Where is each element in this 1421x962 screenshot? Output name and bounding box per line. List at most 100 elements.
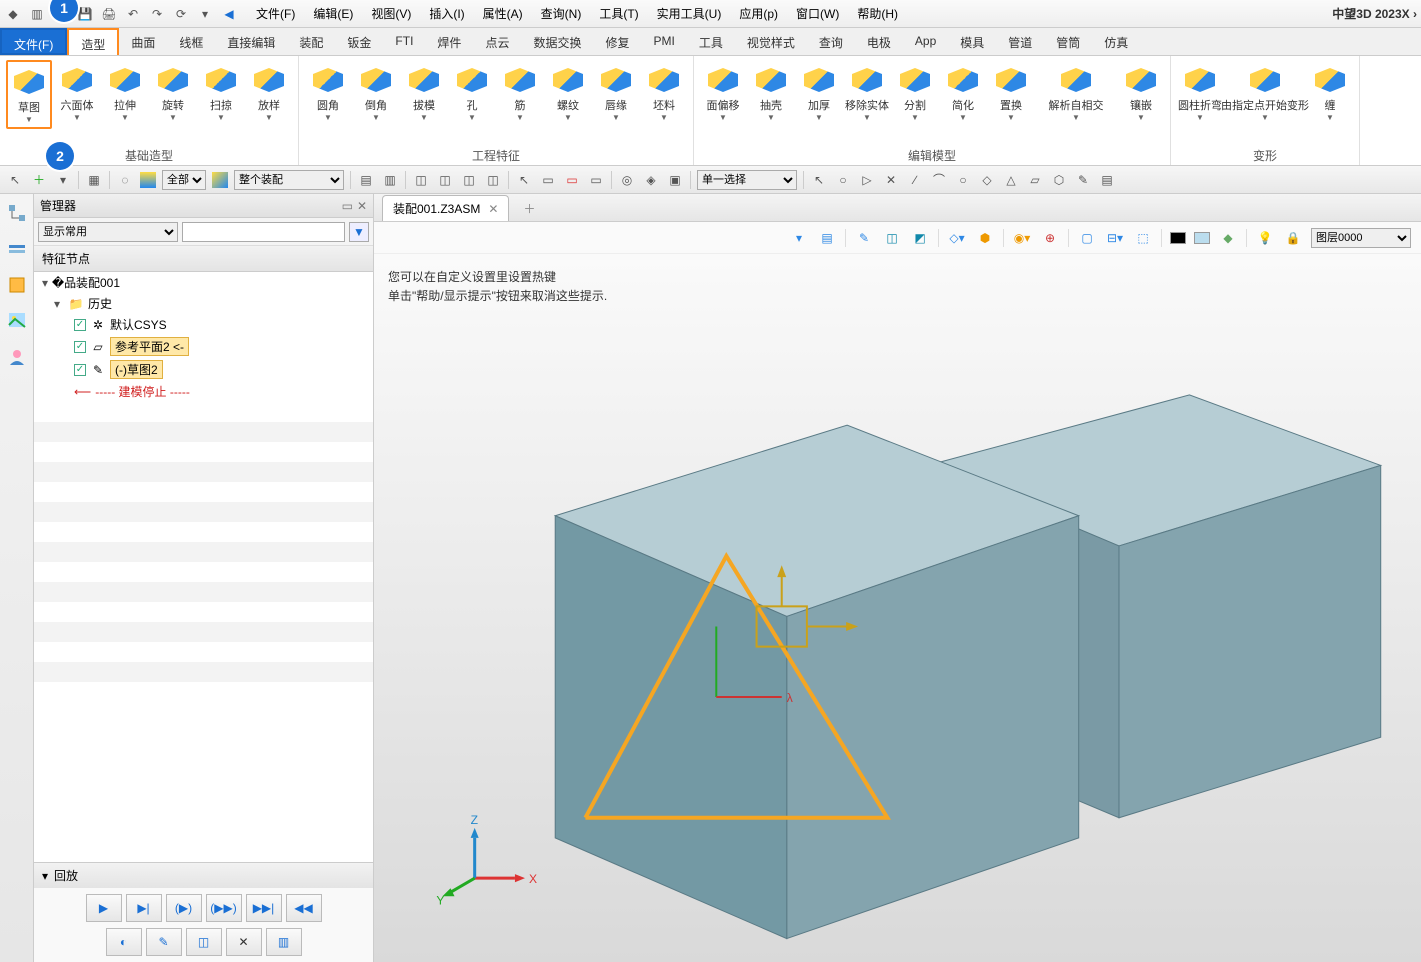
undo-icon[interactable]: ↶ [124, 5, 142, 23]
ribbon-tab[interactable]: 数据交换 [521, 28, 593, 55]
view-tool-icon[interactable]: ▢ [1077, 228, 1097, 248]
menu-item[interactable]: 属性(A) [475, 1, 531, 26]
play-button[interactable]: ▶ [86, 894, 122, 922]
ribbon-button[interactable]: 置换▼ [988, 60, 1034, 125]
ribbon-tab[interactable]: 管道 [996, 28, 1044, 55]
tool-icon[interactable]: ○ [834, 171, 852, 189]
circle-icon[interactable]: ◌ [116, 171, 134, 189]
filter-select-2[interactable]: 整个装配 [234, 170, 344, 190]
tree-icon[interactable] [6, 202, 28, 224]
ribbon-tab[interactable]: 曲面 [119, 28, 167, 55]
filter-icon[interactable]: ▼ [349, 222, 369, 242]
tool-icon[interactable]: ◫ [436, 171, 454, 189]
prev-icon[interactable]: ◀ [220, 5, 238, 23]
tool-icon[interactable]: ✕ [882, 171, 900, 189]
document-tab[interactable]: 装配001.Z3ASM ✕ [382, 195, 509, 221]
ribbon-button[interactable]: 解析自相交▼ [1036, 60, 1116, 125]
tree-item-csys[interactable]: ✓✲默认CSYS [34, 314, 373, 335]
ribbon-tab[interactable]: 钣金 [335, 28, 383, 55]
bulb-icon[interactable]: 💡 [1255, 228, 1275, 248]
ribbon-button[interactable]: 抽壳▼ [748, 60, 794, 125]
ribbon-tab[interactable]: App [903, 28, 948, 55]
ribbon-tab[interactable]: 工具 [687, 28, 735, 55]
ribbon-button[interactable]: 加厚▼ [796, 60, 842, 125]
tree-item-sketch[interactable]: ✓✎(-)草图2 [34, 358, 373, 381]
print-icon[interactable]: 🖨 [100, 5, 118, 23]
tool-icon[interactable]: ◫ [484, 171, 502, 189]
menu-item[interactable]: 查询(N) [533, 1, 590, 26]
ribbon-button[interactable]: 唇缘▼ [593, 60, 639, 125]
ribbon-tab[interactable]: 查询 [807, 28, 855, 55]
box-icon[interactable] [6, 274, 28, 296]
ribbon-tab[interactable]: 装配 [287, 28, 335, 55]
tool-icon[interactable]: ▤ [357, 171, 375, 189]
pbtool-button[interactable]: ◫ [186, 928, 222, 956]
cursor-icon[interactable]: ↖ [6, 171, 24, 189]
view-tool-icon[interactable]: ⬢ [975, 228, 995, 248]
ribbon-button[interactable]: 移除实体▼ [844, 60, 890, 125]
color-swatch[interactable] [1194, 232, 1210, 244]
ribbon-tab[interactable]: 文件(F) [0, 28, 67, 55]
ribbon-button[interactable]: 草图▼ [6, 60, 52, 129]
feature-tree[interactable]: ▾�品装配001 ▾📁历史 ✓✲默认CSYS ✓▱参考平面2 <- ✓✎(-)草… [34, 272, 373, 862]
ribbon-button[interactable]: 倒角▼ [353, 60, 399, 125]
ribbon-button[interactable]: 圆柱折弯▼ [1177, 60, 1223, 125]
tree-history[interactable]: ▾📁历史 [34, 293, 373, 314]
tool-icon[interactable]: ▣ [666, 171, 684, 189]
lock-icon[interactable]: 🔒 [1283, 228, 1303, 248]
ribbon-button[interactable]: 简化▼ [940, 60, 986, 125]
tool-icon[interactable]: ↖ [515, 171, 533, 189]
ribbon-tab[interactable]: 造型 [67, 28, 119, 55]
tree-root[interactable]: ▾�品装配001 [34, 272, 373, 293]
view-tool-icon[interactable]: ▤ [817, 228, 837, 248]
close-icon[interactable]: ✕ [357, 199, 367, 213]
layer-select[interactable]: 图层0000 [1311, 228, 1411, 248]
ribbon-tab[interactable]: 焊件 [425, 28, 473, 55]
tool-icon[interactable]: ▱ [1026, 171, 1044, 189]
menu-item[interactable]: 应用(p) [731, 1, 786, 26]
view-tool-icon[interactable]: ⊟▾ [1105, 228, 1125, 248]
ribbon-button[interactable]: 放样▼ [246, 60, 292, 125]
tool-icon[interactable]: ▭ [539, 171, 557, 189]
pbtool-button[interactable]: ▥ [266, 928, 302, 956]
menu-item[interactable]: 实用工具(U) [649, 1, 730, 26]
menu-item[interactable]: 文件(F) [248, 1, 303, 26]
ribbon-button[interactable]: 坯料▼ [641, 60, 687, 125]
add-tab-button[interactable]: ＋ [515, 196, 543, 221]
tool-icon[interactable]: ⌒ [930, 171, 948, 189]
refresh-icon[interactable]: ⟳ [172, 5, 190, 23]
pbtool-button[interactable]: ✎ [146, 928, 182, 956]
tool-icon[interactable]: ▥ [381, 171, 399, 189]
ribbon-button[interactable]: 旋转▼ [150, 60, 196, 125]
tool-icon[interactable]: △ [1002, 171, 1020, 189]
ribbon-button[interactable]: 螺纹▼ [545, 60, 591, 125]
ribbon-tab[interactable]: 修复 [593, 28, 641, 55]
view-tool-icon[interactable]: ⬚ [1133, 228, 1153, 248]
minimize-icon[interactable]: ▭ [342, 199, 353, 213]
ribbon-button[interactable]: 圆角▼ [305, 60, 351, 125]
ribbon-button[interactable]: 扫掠▼ [198, 60, 244, 125]
ribbon-button[interactable]: 拔模▼ [401, 60, 447, 125]
tool-icon[interactable]: ↖ [810, 171, 828, 189]
color-swatch[interactable] [1170, 232, 1186, 244]
ribbon-tab[interactable]: 视觉样式 [735, 28, 807, 55]
view-tool-icon[interactable]: ◇▾ [947, 228, 967, 248]
cube-icon[interactable] [212, 172, 228, 188]
tool-icon[interactable]: ▭ [563, 171, 581, 189]
end-button[interactable]: ▶▶| [246, 894, 282, 922]
view-tool-icon[interactable]: ▾ [789, 228, 809, 248]
layers-icon[interactable] [6, 238, 28, 260]
tool-icon[interactable]: ◈ [642, 171, 660, 189]
filter-select-1[interactable]: 全部 [162, 170, 206, 190]
user-icon[interactable] [6, 346, 28, 368]
ribbon-button[interactable]: 分割▼ [892, 60, 938, 125]
pbtool-button[interactable]: ◐ [106, 928, 142, 956]
ribbon-tab[interactable]: 仿真 [1092, 28, 1140, 55]
drop-icon[interactable]: ▾ [54, 171, 72, 189]
tool-icon[interactable]: ▷ [858, 171, 876, 189]
tool-icon[interactable]: ▭ [587, 171, 605, 189]
ribbon-tab[interactable]: 点云 [473, 28, 521, 55]
menu-item[interactable]: 插入(I) [421, 1, 472, 26]
ribbon-button[interactable]: 面偏移▼ [700, 60, 746, 125]
new-icon[interactable]: ▥ [28, 5, 46, 23]
